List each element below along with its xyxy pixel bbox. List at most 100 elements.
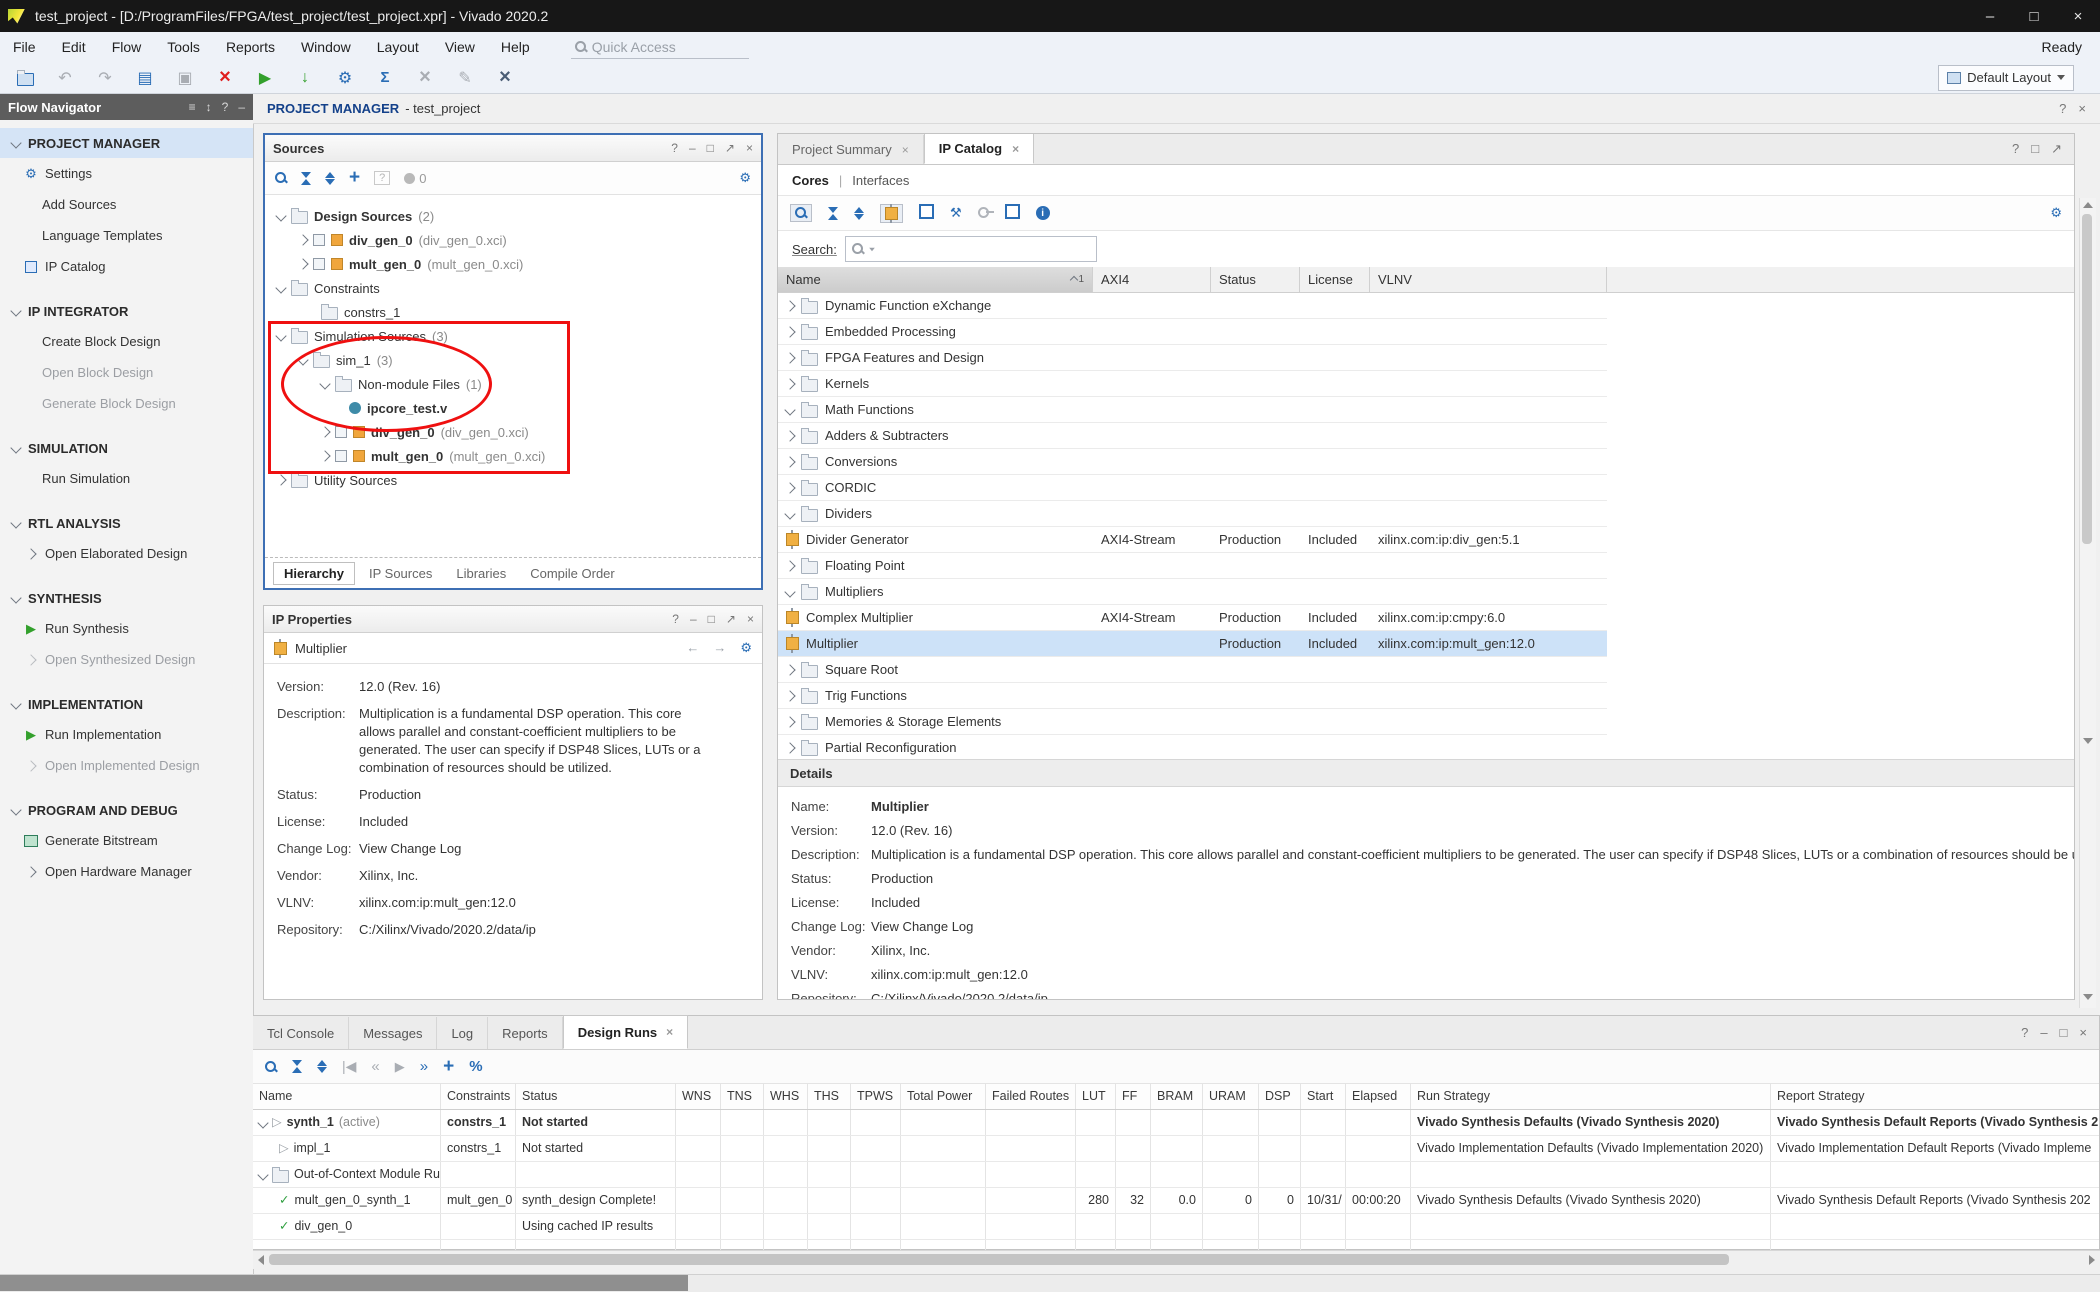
chevron-down-icon[interactable] [10, 698, 21, 709]
ip-properties-header[interactable]: IP Properties ? – □ ↗ × [264, 606, 762, 633]
menu-tools[interactable]: Tools [154, 32, 213, 62]
tree-row[interactable]: Utility Sources [265, 468, 761, 492]
catalog-row[interactable]: CORDIC [778, 475, 1607, 501]
nav-item-create-block-design[interactable]: Create Block Design [0, 326, 253, 357]
run-row-div-gen[interactable]: ✓div_gen_0 Using cached IP results [253, 1214, 2099, 1240]
close-panel-icon[interactable]: × [746, 141, 753, 155]
nav-section-simulation[interactable]: SIMULATION [0, 433, 253, 463]
chevron-right-icon[interactable] [784, 352, 795, 363]
catalog-row[interactable]: Adders & Subtracters [778, 423, 1607, 449]
tab-libraries[interactable]: Libraries [446, 563, 516, 584]
nav-item-run-synthesis[interactable]: Run Synthesis [0, 613, 253, 644]
chevron-right-icon[interactable] [297, 258, 308, 269]
chevron-right-icon[interactable] [319, 450, 330, 461]
chevron-down-icon[interactable] [784, 508, 795, 519]
chevron-down-icon[interactable] [784, 586, 795, 597]
chevron-down-icon[interactable] [10, 592, 21, 603]
scrollbar-thumb[interactable] [269, 1254, 1729, 1265]
report-icon[interactable] [134, 67, 156, 89]
tree-row[interactable]: sim_1(3) [265, 348, 761, 372]
minimize-panel-icon[interactable]: – [2040, 1025, 2047, 1040]
nav-section-synthesis[interactable]: SYNTHESIS [0, 583, 253, 613]
search-icon[interactable] [790, 204, 812, 222]
chevron-right-icon[interactable] [784, 560, 795, 571]
nav-section-project-manager[interactable]: PROJECT MANAGER [0, 128, 253, 158]
open-project-icon[interactable] [14, 67, 36, 89]
collapse-all-icon[interactable] [828, 207, 838, 220]
catalog-row[interactable]: Math Functions [778, 397, 1607, 423]
catalog-row[interactable]: Kernels [778, 371, 1607, 397]
help-icon[interactable]: ? [671, 141, 678, 155]
chevron-right-icon[interactable] [784, 482, 795, 493]
menu-help[interactable]: Help [488, 32, 543, 62]
scroll-left-icon[interactable] [258, 1255, 264, 1265]
tab-tcl-console[interactable]: Tcl Console [253, 1017, 349, 1049]
help-icon[interactable]: ? [672, 612, 679, 626]
chevron-right-icon[interactable] [784, 716, 795, 727]
collapse-all-icon[interactable] [292, 1060, 302, 1073]
design-hierarchy-icon[interactable] [919, 204, 934, 222]
horizontal-scrollbar[interactable] [253, 1250, 2100, 1269]
tree-row[interactable]: mult_gen_0(mult_gen_0.xci) [265, 252, 761, 276]
scroll-down-icon[interactable] [2083, 994, 2093, 1000]
tree-row[interactable]: ipcore_test.v [265, 396, 761, 420]
expand-all-icon[interactable] [325, 172, 335, 185]
menu-reports[interactable]: Reports [213, 32, 288, 62]
tree-row[interactable]: Design Sources(2) [265, 204, 761, 228]
catalog-row[interactable]: Square Root [778, 657, 1607, 683]
menu-flow[interactable]: Flow [99, 32, 155, 62]
float-panel-icon[interactable]: ↗ [725, 141, 735, 155]
chevron-right-icon[interactable] [784, 742, 795, 753]
chevron-right-icon[interactable] [784, 690, 795, 701]
menu-view[interactable]: View [432, 32, 488, 62]
tab-compile-order[interactable]: Compile Order [520, 563, 625, 584]
column-header-vlnv[interactable]: VLNV [1370, 267, 1607, 292]
status-link[interactable]: Production [359, 786, 704, 804]
cancel-icon[interactable] [494, 67, 516, 89]
change-log-link[interactable]: View Change Log [359, 840, 704, 858]
catalog-row[interactable]: Trig Functions [778, 683, 1607, 709]
copy-icon[interactable] [174, 67, 196, 89]
catalog-row[interactable]: Dynamic Function eXchange [778, 293, 1607, 319]
tree-row[interactable]: div_gen_0(div_gen_0.xci) [265, 420, 761, 444]
chevron-down-icon[interactable] [319, 378, 330, 389]
scroll-right-icon[interactable] [2089, 1255, 2095, 1265]
float-panel-icon[interactable]: ↗ [726, 612, 736, 626]
catalog-row[interactable]: Conversions [778, 449, 1607, 475]
gear-icon[interactable] [739, 170, 751, 186]
expand-collapse-icon[interactable]: ↕ [206, 100, 212, 114]
close-button[interactable]: × [2056, 0, 2100, 32]
sources-panel-header[interactable]: Sources ? – □ ↗ × [265, 135, 761, 162]
tree-row[interactable]: constrs_1 [265, 300, 761, 324]
chevron-right-icon[interactable] [297, 234, 308, 245]
minimize-panel-icon[interactable]: – [690, 612, 697, 626]
collapse-all-icon[interactable] [301, 172, 311, 185]
subtab-interfaces[interactable]: Interfaces [852, 173, 909, 188]
catalog-row[interactable]: Partial Reconfiguration [778, 735, 1607, 761]
minimize-panel-icon[interactable]: – [689, 141, 696, 155]
subtab-cores[interactable]: Cores [792, 173, 829, 188]
step-icon[interactable] [294, 67, 316, 89]
maximize-button[interactable]: □ [2012, 0, 2056, 32]
nav-item-open-elaborated-design[interactable]: Open Elaborated Design [0, 538, 253, 569]
percent-icon[interactable]: % [469, 1058, 482, 1075]
column-header-license[interactable]: License [1300, 267, 1370, 292]
menu-file[interactable]: File [0, 32, 49, 62]
catalog-row[interactable]: Multipliers [778, 579, 1607, 605]
chevron-right-icon[interactable] [784, 326, 795, 337]
tree-row[interactable]: Constraints [265, 276, 761, 300]
close-icon[interactable]: × [1012, 142, 1019, 156]
redo-icon[interactable] [94, 67, 116, 89]
tab-design-runs[interactable]: Design Runs× [563, 1015, 688, 1049]
run-row-ooc-group[interactable]: Out-of-Context Module Runs [253, 1162, 2099, 1188]
chevron-down-icon[interactable] [275, 210, 286, 221]
run-row-synth-1[interactable]: ▷synth_1(active) constrs_1 Not started V… [253, 1110, 2099, 1136]
chevron-right-icon[interactable] [24, 868, 38, 876]
wrench-icon[interactable] [950, 205, 962, 221]
close-icon[interactable]: × [666, 1025, 673, 1039]
help-icon[interactable]: ? [2021, 1025, 2028, 1040]
nav-item-settings[interactable]: Settings [0, 158, 253, 189]
menu-edit[interactable]: Edit [49, 32, 99, 62]
delete-icon[interactable] [214, 67, 236, 89]
chevron-down-icon[interactable] [10, 137, 21, 148]
